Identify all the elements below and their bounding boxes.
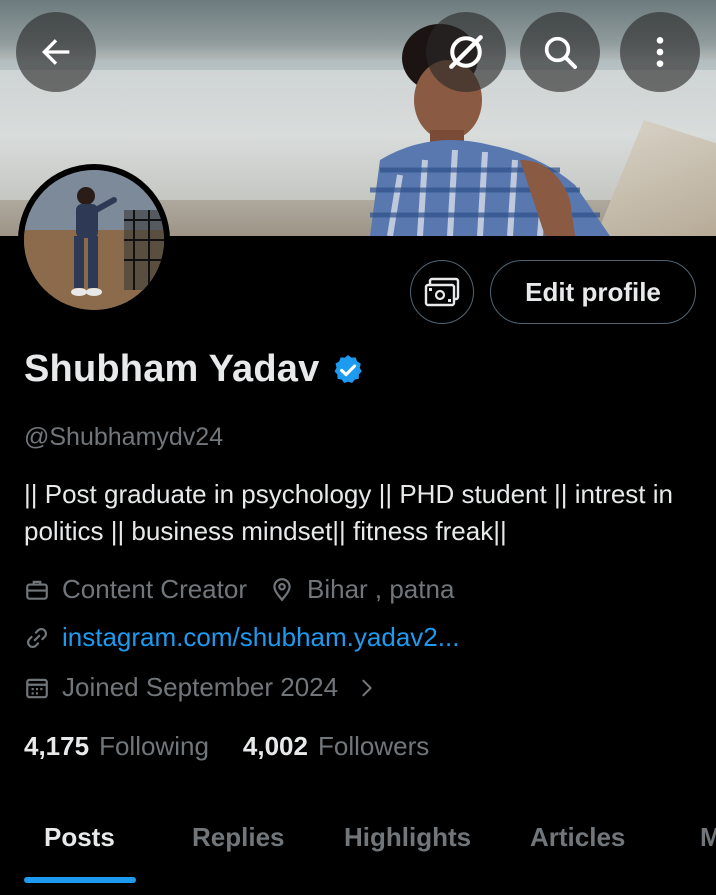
back-button[interactable] bbox=[16, 12, 96, 92]
followers-count: 4,002 bbox=[242, 731, 308, 761]
tab-highlights[interactable]: Highlights bbox=[344, 822, 471, 853]
more-vertical-icon bbox=[656, 37, 664, 67]
edit-profile-button[interactable]: Edit profile bbox=[490, 260, 696, 324]
money-button[interactable] bbox=[410, 260, 474, 324]
following-count: 4,175 bbox=[24, 731, 90, 761]
active-tab-indicator bbox=[24, 877, 136, 883]
profile-meta-category-location: Content Creator Bihar , patna bbox=[24, 574, 454, 605]
followers-link[interactable]: 4,002 Followers bbox=[243, 731, 429, 762]
profile-name-row: Shubham Yadav bbox=[24, 348, 365, 391]
following-link[interactable]: 4,175 Following bbox=[24, 731, 209, 762]
profile-location: Bihar , patna bbox=[306, 574, 455, 604]
profile-website-link[interactable]: instagram.com/shubham.yadav2... bbox=[62, 622, 459, 653]
profile-joined-date: Joined September 2024 bbox=[62, 672, 339, 702]
chevron-right-icon bbox=[356, 677, 378, 699]
following-label: Following bbox=[99, 731, 209, 761]
arrow-left-icon bbox=[42, 39, 70, 65]
more-options-button[interactable] bbox=[620, 12, 700, 92]
tab-replies[interactable]: Replies bbox=[192, 822, 285, 853]
briefcase-icon bbox=[24, 577, 50, 603]
followers-label: Followers bbox=[317, 731, 430, 761]
verified-badge-icon[interactable] bbox=[331, 353, 365, 387]
grok-button[interactable] bbox=[426, 12, 506, 92]
profile-stats: 4,175 Following 4,002 Followers bbox=[24, 731, 429, 762]
profile-handle: @Shubhamydv24 bbox=[24, 423, 224, 451]
money-icon bbox=[424, 277, 460, 307]
grok-icon bbox=[449, 35, 483, 69]
tab-articles[interactable]: Articles bbox=[530, 822, 625, 853]
link-icon bbox=[24, 625, 50, 651]
calendar-icon bbox=[24, 675, 50, 701]
tab-posts[interactable]: Posts bbox=[44, 822, 115, 853]
avatar-image bbox=[24, 170, 164, 310]
profile-name: Shubham Yadav bbox=[24, 348, 320, 390]
avatar[interactable] bbox=[18, 164, 170, 316]
location-pin-icon bbox=[269, 577, 295, 603]
profile-meta-joined[interactable]: Joined September 2024 bbox=[24, 672, 378, 703]
profile-meta-website: instagram.com/shubham.yadav2... bbox=[24, 622, 459, 653]
search-button[interactable] bbox=[520, 12, 600, 92]
search-icon bbox=[544, 36, 577, 69]
profile-category: Content Creator bbox=[62, 574, 247, 604]
profile-bio: || Post graduate in psychology || PHD st… bbox=[24, 479, 673, 546]
tab-media[interactable]: M bbox=[700, 822, 716, 853]
